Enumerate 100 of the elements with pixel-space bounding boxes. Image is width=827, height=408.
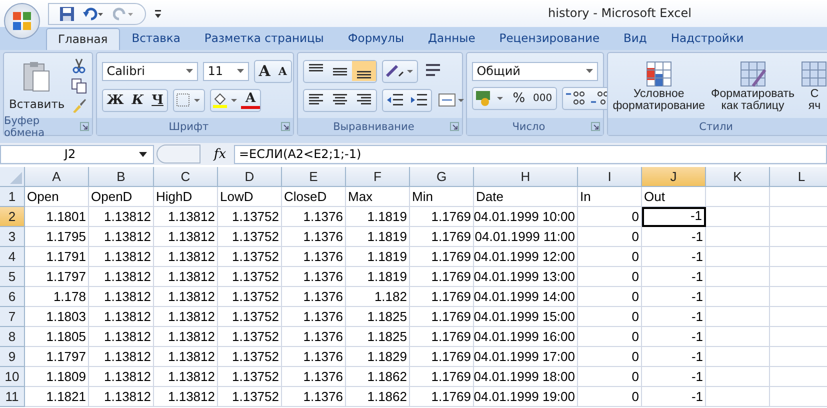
table-cell: Open (25, 187, 89, 207)
column-header[interactable]: L (770, 167, 827, 187)
table-cell: -1 (642, 387, 706, 407)
table-cell: 1.1809 (25, 367, 89, 387)
column-header[interactable]: I (578, 167, 642, 187)
align-lines-icon[interactable] (352, 61, 376, 81)
empty-cell (706, 267, 770, 287)
row-header[interactable]: 1 (0, 187, 25, 207)
undo-icon[interactable] (83, 6, 105, 22)
column-header[interactable]: E (282, 167, 346, 187)
table-cell: 1.13752 (218, 327, 282, 347)
table-cell: 1.1819 (346, 227, 410, 247)
table-cell: 1.1376 (282, 387, 346, 407)
paste-button[interactable]: Вставить (9, 60, 65, 110)
grow-font-button[interactable]: A (254, 62, 274, 80)
ribbon-tab[interactable]: Рецензирование (487, 27, 612, 50)
insert-function-button[interactable]: fx (208, 146, 232, 162)
empty-cell (706, 227, 770, 247)
styles-button[interactable]: Условное форматирование (610, 60, 708, 112)
dropdown-arrow-icon (586, 69, 593, 73)
column-header[interactable]: A (25, 167, 89, 187)
table-cell: 1.13812 (89, 207, 154, 227)
ribbon-tab[interactable]: Разметка страницы (192, 27, 336, 50)
table-cell: 1.13752 (218, 347, 282, 367)
table-cell: 1.13752 (218, 287, 282, 307)
row-header[interactable]: 7 (0, 307, 25, 327)
thousands-button[interactable]: 000 (529, 92, 556, 104)
table-cell: -1 (642, 367, 706, 387)
empty-cell (706, 207, 770, 227)
table-cell: 1.13812 (89, 327, 154, 347)
corner-triangle-icon (10, 172, 22, 184)
table-cell: 1.1769 (410, 347, 474, 367)
row-header[interactable]: 9 (0, 347, 25, 367)
table-cell: 1.1797 (25, 347, 89, 367)
brush-icon[interactable] (70, 98, 87, 114)
group-label: Буфер обмена (4, 114, 46, 138)
underline-button[interactable]: Ч (148, 92, 168, 108)
row-header[interactable]: 10 (0, 367, 25, 387)
copy-icon[interactable] (70, 78, 87, 94)
save-icon[interactable] (59, 6, 75, 22)
table-cell: 1.13812 (154, 267, 218, 287)
ribbon-tab[interactable]: Вид (612, 27, 659, 50)
dialog-launcher-icon[interactable] (280, 122, 290, 131)
table-cell: 04.01.1999 18:00 (474, 367, 578, 387)
shrink-font-button[interactable]: A (274, 64, 291, 78)
ribbon-tab[interactable]: Данные (416, 27, 488, 50)
scissors-icon[interactable] (70, 58, 87, 74)
row-header[interactable]: 4 (0, 247, 25, 267)
column-header[interactable]: K (706, 167, 770, 187)
table-cell: 1.1791 (25, 247, 89, 267)
office-logo-icon (11, 10, 33, 32)
column-header[interactable]: H (474, 167, 578, 187)
table-cell: 1.1376 (282, 287, 346, 307)
table-cell: 1.182 (346, 287, 410, 307)
table-cell: In (578, 187, 642, 207)
row-header[interactable]: 5 (0, 267, 25, 287)
column-header[interactable]: J (642, 167, 706, 187)
ribbon-tab[interactable]: Надстройки (658, 27, 756, 50)
table-cell: 1.13812 (89, 307, 154, 327)
column-header[interactable]: B (89, 167, 154, 187)
dialog-launcher-icon[interactable] (450, 122, 459, 131)
office-button[interactable] (4, 2, 40, 38)
table-cell: 1.1862 (346, 387, 410, 407)
customize-dropdown-icon[interactable] (154, 8, 162, 18)
font-name-box[interactable]: Calibri (102, 62, 198, 80)
row-header[interactable]: 11 (0, 387, 25, 407)
ribbon-tab[interactable]: Вставка (120, 27, 192, 50)
column-header[interactable]: G (410, 167, 474, 187)
styles-button[interactable]: С яч (797, 60, 827, 112)
dialog-launcher-icon[interactable] (80, 122, 89, 131)
percent-button[interactable]: % (508, 90, 530, 106)
column-header[interactable]: D (218, 167, 282, 187)
table-cell: 1.1805 (25, 327, 89, 347)
group-label: Стили (699, 120, 733, 132)
table-cell: 1.13812 (154, 347, 218, 367)
ribbon-tab[interactable]: Главная (46, 28, 120, 50)
dialog-launcher-icon[interactable] (590, 122, 600, 131)
italic-button[interactable]: К (128, 92, 148, 108)
font-size-box[interactable]: 11 (202, 62, 249, 80)
ribbon-tab[interactable]: Формулы (336, 27, 416, 50)
table-cell: 1.1825 (346, 307, 410, 327)
formula-field[interactable]: =ЕСЛИ(A2<E2;1;-1) (234, 144, 827, 164)
name-box[interactable]: J2 (0, 144, 154, 164)
table-cell: 04.01.1999 10:00 (474, 207, 578, 227)
column-header[interactable]: F (346, 167, 410, 187)
row-header[interactable]: 3 (0, 227, 25, 247)
row-header[interactable]: 6 (0, 287, 25, 307)
row-header[interactable]: 2 (0, 207, 25, 227)
table-cell: 0 (578, 327, 642, 347)
bold-button[interactable]: Ж (102, 92, 128, 108)
window-title: history - Microsoft Excel (548, 6, 692, 20)
table-cell: 1.13752 (218, 247, 282, 267)
table-cell: 1.1819 (346, 247, 410, 267)
table-cell: 1.13812 (89, 247, 154, 267)
column-header[interactable]: C (154, 167, 218, 187)
styles-button[interactable]: Форматировать как таблицу (708, 60, 798, 112)
empty-cell (706, 307, 770, 327)
number-format-box[interactable]: Общий (472, 62, 598, 80)
row-header[interactable]: 8 (0, 327, 25, 347)
table-cell: HighD (154, 187, 218, 207)
